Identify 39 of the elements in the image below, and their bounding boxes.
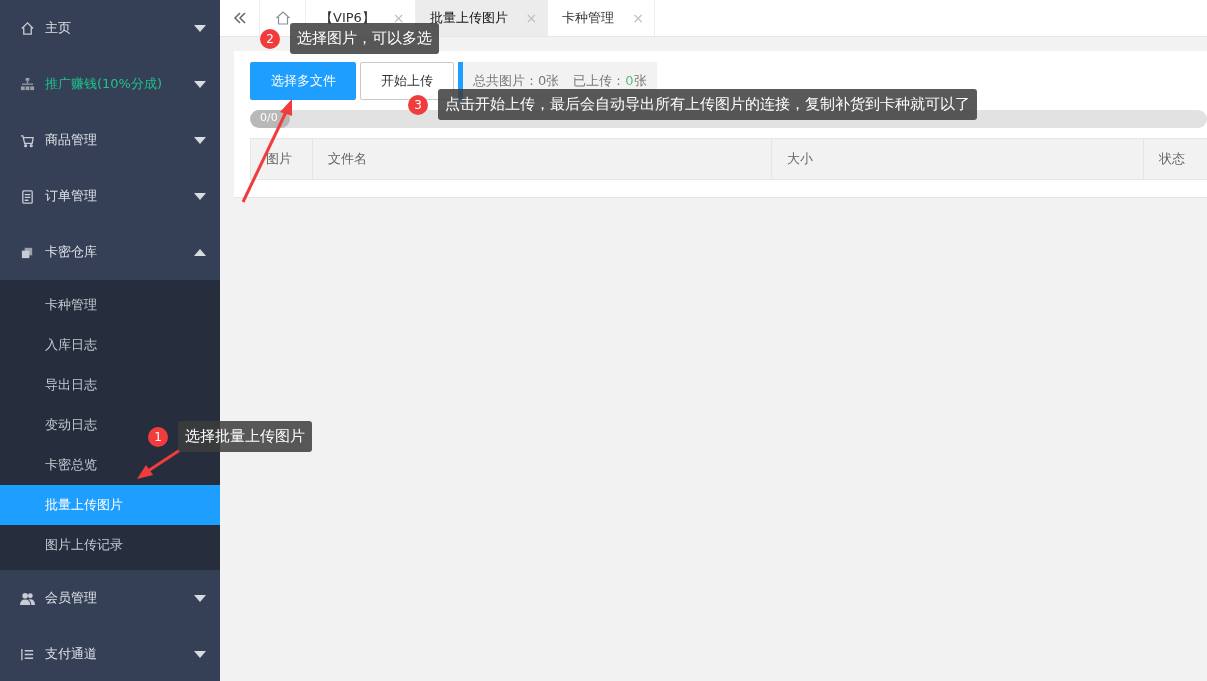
menu-label: 主页: [45, 19, 72, 37]
column-header: 文件名: [313, 139, 772, 179]
menu-item[interactable]: 商品管理: [0, 112, 220, 168]
uploaded-count: 已上传：0张: [573, 72, 647, 90]
menu-item[interactable]: 主页: [0, 0, 220, 56]
tooltip: 选择批量上传图片: [178, 421, 312, 452]
submenu-item[interactable]: 导出日志: [0, 365, 220, 405]
menu-label: 推广赚钱(10%分成): [45, 75, 164, 93]
submenu-item[interactable]: 入库日志: [0, 325, 220, 365]
clipboard-icon: [20, 188, 35, 204]
users-icon: [20, 590, 35, 606]
menu-label: 会员管理: [45, 589, 98, 607]
progress-text: 0/0: [260, 111, 278, 124]
submenu-item[interactable]: 卡种管理: [0, 285, 220, 325]
menu-label: 支付通道: [45, 645, 98, 663]
home-icon: [274, 10, 291, 26]
list-icon: [20, 646, 35, 662]
column-header: 状态: [1158, 150, 1186, 168]
double-chevron-left-icon: [232, 12, 247, 24]
tooltip: 选择图片，可以多选: [290, 23, 439, 54]
cart-icon: [20, 132, 35, 148]
menu-label: 卡密仓库: [45, 243, 98, 261]
menu-item[interactable]: 支付通道: [0, 626, 220, 681]
menu-label: 订单管理: [45, 187, 98, 205]
menu-item[interactable]: 卡密仓库: [0, 224, 220, 280]
submenu-item[interactable]: 图片上传记录: [0, 525, 220, 565]
tab[interactable]: 卡种管理 ×: [548, 0, 656, 36]
column-header: 图片: [251, 139, 313, 179]
column-header: 大小: [772, 139, 1144, 179]
menu-label: 商品管理: [45, 131, 98, 149]
tree-icon: [20, 76, 35, 92]
menu-item[interactable]: 订单管理: [0, 168, 220, 224]
total-count: 总共图片：0张: [473, 72, 560, 90]
home-icon: [20, 20, 35, 36]
menu-item[interactable]: 会员管理: [0, 570, 220, 626]
arrow: [137, 448, 181, 479]
tooltip: 点击开始上传，最后会自动导出所有上传图片的连接，复制补货到卡种就可以了: [438, 89, 977, 120]
menu-item[interactable]: 推广赚钱(10%分成): [0, 56, 220, 112]
tab-label: 卡种管理: [562, 9, 615, 27]
